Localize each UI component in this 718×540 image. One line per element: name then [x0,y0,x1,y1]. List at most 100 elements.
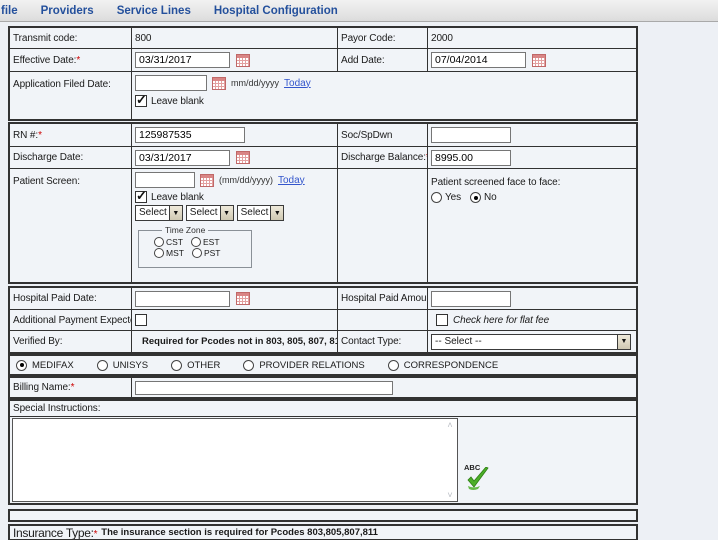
timezone-pst-label: PST [204,248,221,258]
empty-cell [338,169,428,282]
textarea-scrollbar[interactable]: ˄ ˅ [443,419,457,501]
leave-blank-checkbox[interactable]: ✓ [135,95,147,107]
source-provider-relations-radio[interactable] [243,360,254,371]
insurance-type-note: The insurance section is required for Pc… [101,527,378,538]
effective-date-label: Effective Date:* [13,55,80,66]
transmit-code-label: Transmit code: [13,33,77,44]
calendar-icon[interactable] [212,77,226,90]
face-to-face-yes-label: Yes [445,192,461,203]
patient-section: RN #:* Soc/SpDwn Discharge Date: Dischar… [8,122,638,284]
soc-spdwn-input[interactable] [431,127,511,143]
timezone-pst-radio[interactable] [192,248,202,258]
scroll-down-icon[interactable]: ˅ [447,490,452,500]
add-date-input[interactable] [431,52,526,68]
calendar-icon[interactable] [236,151,250,164]
dropdown-arrow-icon: ▼ [220,206,233,220]
source-correspondence-radio[interactable] [388,360,399,371]
add-date-label: Add Date: [341,55,385,66]
leave-blank-checkbox[interactable]: ✓ [135,191,147,203]
timezone-est-radio[interactable] [191,237,201,247]
timezone-mst-label: MST [166,248,184,258]
billing-name-input[interactable] [135,381,393,395]
empty-row-section [8,509,638,522]
discharge-date-label: Discharge Date: [13,152,83,163]
patient-screen-select-1[interactable]: Select▼ [135,205,183,221]
face-to-face-no-radio[interactable] [470,192,481,203]
rn-soc-row: RN #:* Soc/SpDwn [10,124,636,147]
menu-item-providers[interactable]: Providers [41,5,94,17]
face-to-face-no-label: No [484,192,497,203]
today-link[interactable]: Today [278,175,305,186]
calendar-icon[interactable] [200,174,214,187]
calendar-icon[interactable] [236,54,250,67]
patient-screen-date-input[interactable] [135,172,195,188]
hospital-paid-date-label: Hospital Paid Date: [13,293,97,304]
menu-item-hospital-configuration[interactable]: Hospital Configuration [214,5,338,17]
contact-type-select[interactable]: -- Select -- ▼ [431,334,631,350]
calendar-icon[interactable] [532,54,546,67]
source-unisys-radio[interactable] [97,360,108,371]
menu-item-file[interactable]: file [1,5,18,17]
verified-by-note: Required for Pcodes not in 803, 805, 807… [142,336,338,347]
verified-by-row: Verified By: Required for Pcodes not in … [10,331,636,352]
source-other-radio[interactable] [171,360,182,371]
date-format-hint: (mm/dd/yyyy) [219,175,273,185]
special-instructions-textarea[interactable]: ˄ ˅ [12,418,458,502]
additional-payment-label: Additional Payment Expected: [13,315,132,326]
calendar-icon[interactable] [236,292,250,305]
patient-screen-row: Patient Screen: (mm/dd/yyyy) Today ✓ Lea… [10,169,636,282]
patient-screen-select-3[interactable]: Select▼ [237,205,285,221]
hospital-paid-date-input[interactable] [135,291,230,307]
special-instructions-section: Special Instructions: ˄ ˅ ABC [8,399,638,505]
payor-code-value: 2000 [431,33,453,44]
hospital-paid-row: Hospital Paid Date: Hospital Paid Amount… [10,288,636,310]
discharge-balance-label: Discharge Balance:* [341,152,428,163]
rn-number-input[interactable] [135,127,245,143]
source-unisys-label: UNISYS [113,360,148,371]
transmit-code-value: 800 [135,33,151,44]
discharge-date-input[interactable] [135,150,230,166]
rn-number-label: RN #:* [13,130,42,141]
source-medifax-radio[interactable] [16,360,27,371]
face-to-face-label: Patient screened face to face: [431,177,560,188]
verified-by-label: Verified By: [13,336,62,347]
timezone-est-label: EST [203,237,220,247]
patient-screen-select-2[interactable]: Select▼ [186,205,234,221]
source-other-label: OTHER [187,360,220,371]
source-provider-relations-label: PROVIDER RELATIONS [259,360,364,371]
spellcheck-check-icon [466,467,490,491]
additional-payment-checkbox[interactable] [135,314,147,326]
dropdown-arrow-icon: ▼ [617,335,630,349]
application-filed-date-input[interactable] [135,75,207,91]
discharge-balance-input[interactable] [431,150,511,166]
payment-section: Hospital Paid Date: Hospital Paid Amount… [8,286,638,354]
flat-fee-label: Check here for flat fee [453,315,549,326]
face-to-face-yes-radio[interactable] [431,192,442,203]
menu-item-service-lines[interactable]: Service Lines [117,5,191,17]
hospital-paid-amount-label: Hospital Paid Amount: [341,293,428,304]
payor-code-label: Payor Code: [341,33,396,44]
transmit-payor-row: Transmit code: 800 Payor Code: 2000 [10,28,636,49]
timezone-cst-radio[interactable] [154,237,164,247]
insurance-type-label: Insurance Type:* [13,526,97,539]
time-zone-legend: Time Zone [162,225,208,235]
timezone-mst-radio[interactable] [154,248,164,258]
effective-date-input[interactable] [135,52,230,68]
menu-bar: file Providers Service Lines Hospital Co… [0,0,718,22]
date-format-hint: mm/dd/yyyy [231,78,279,88]
billing-name-section: Billing Name:* [8,376,638,399]
today-link[interactable]: Today [284,78,311,89]
application-filed-date-row: Application Filed Date: mm/dd/yyyy Today… [10,72,636,119]
leave-blank-label: Leave blank [151,192,204,203]
flat-fee-checkbox[interactable] [436,314,448,326]
scroll-up-icon[interactable]: ˄ [447,420,452,430]
check-icon: ✓ [136,92,147,108]
special-instructions-label: Special Instructions: [13,403,100,414]
hospital-paid-amount-input[interactable] [431,291,511,307]
codes-dates-section: Transmit code: 800 Payor Code: 2000 Effe… [8,26,638,121]
application-filed-date-label: Application Filed Date: [13,79,111,90]
source-medifax-label: MEDIFAX [32,360,74,371]
spellcheck-button[interactable]: ABC [462,463,492,495]
time-zone-fieldset: Time Zone CST EST MST PST [138,225,252,268]
contact-type-label: Contact Type: [341,336,401,347]
